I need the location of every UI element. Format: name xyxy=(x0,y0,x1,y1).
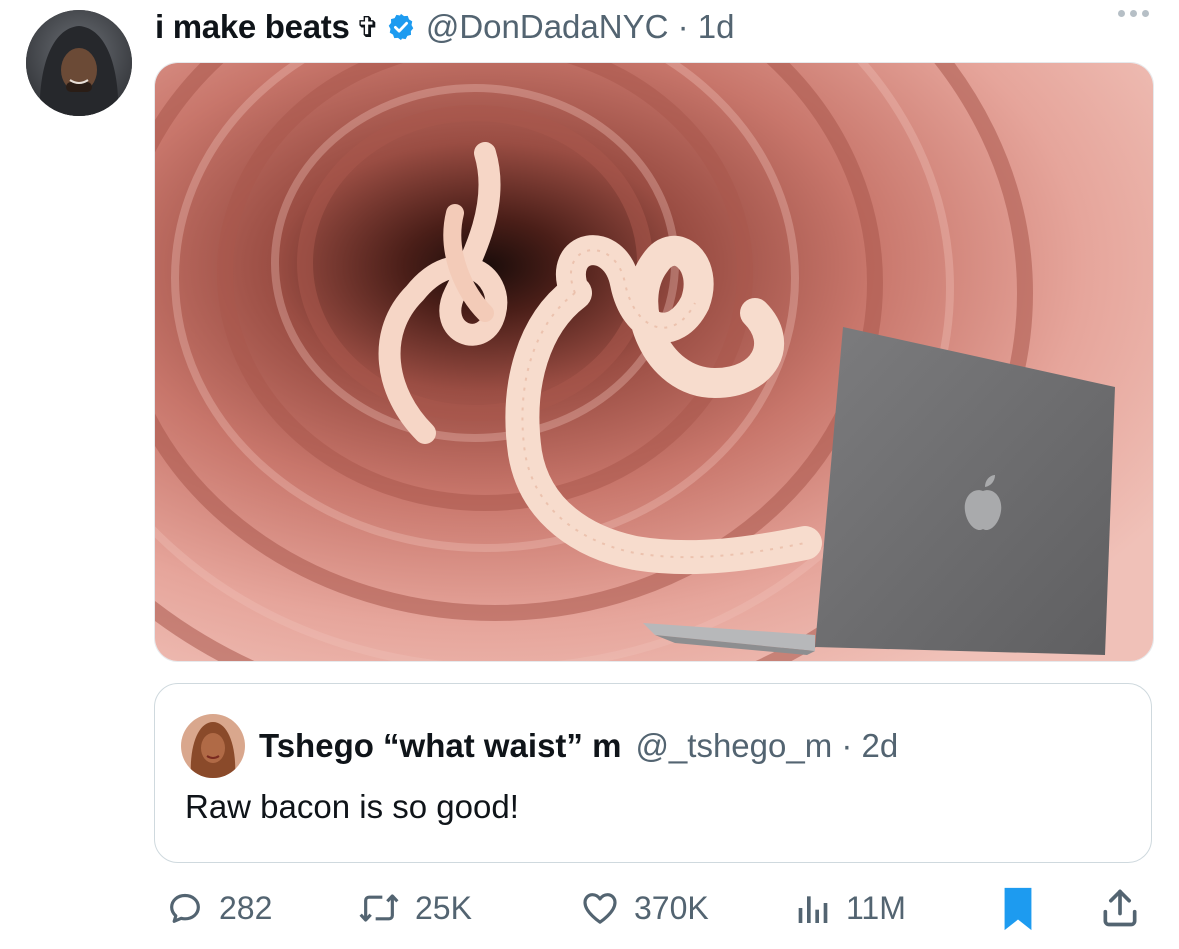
author-display-name[interactable]: i make beats xyxy=(155,8,350,46)
bookmark-icon xyxy=(1004,887,1032,931)
action-bar: 282 25K 370K 11M xyxy=(0,882,1179,932)
quoted-handle[interactable]: @_tshego_m · 2d xyxy=(635,727,898,765)
quoted-text: Raw bacon is so good! xyxy=(185,788,519,825)
view-count: 11M xyxy=(846,889,906,926)
reply-button[interactable]: 282 xyxy=(163,888,272,928)
name-emoji: ✞ xyxy=(355,11,380,44)
reply-icon xyxy=(170,893,200,923)
tweet-time: 1d xyxy=(697,8,735,45)
quoted-tweet[interactable]: Tshego “what waist” m @_tshego_m · 2d Ra… xyxy=(154,683,1152,863)
author-handle[interactable]: @DonDadaNYC · 1d xyxy=(426,8,735,46)
views-button[interactable]: 11M xyxy=(790,888,906,928)
repost-count: 25K xyxy=(415,889,472,926)
bookmark-button[interactable] xyxy=(1000,886,1036,932)
quoted-time: 2d xyxy=(861,727,899,764)
like-count: 370K xyxy=(634,889,709,926)
share-icon xyxy=(1103,889,1137,927)
quoted-avatar[interactable] xyxy=(181,714,245,778)
repost-button[interactable]: 25K xyxy=(355,888,472,928)
repost-icon xyxy=(359,894,399,922)
more-options-icon[interactable] xyxy=(1118,10,1149,17)
like-button[interactable]: 370K xyxy=(578,888,709,928)
author-avatar[interactable] xyxy=(26,10,132,116)
tweet-media-image[interactable] xyxy=(154,62,1154,662)
reply-count: 282 xyxy=(219,889,273,926)
verified-badge-icon xyxy=(386,12,416,42)
quoted-display-name[interactable]: Tshego “what waist” m xyxy=(259,727,621,765)
heart-icon xyxy=(583,893,617,924)
views-icon xyxy=(798,896,828,923)
share-button[interactable] xyxy=(1098,886,1142,930)
quoted-header: Tshego “what waist” m @_tshego_m · 2d xyxy=(181,714,898,778)
tweet-header: i make beats ✞ @DonDadaNYC · 1d xyxy=(155,2,734,52)
